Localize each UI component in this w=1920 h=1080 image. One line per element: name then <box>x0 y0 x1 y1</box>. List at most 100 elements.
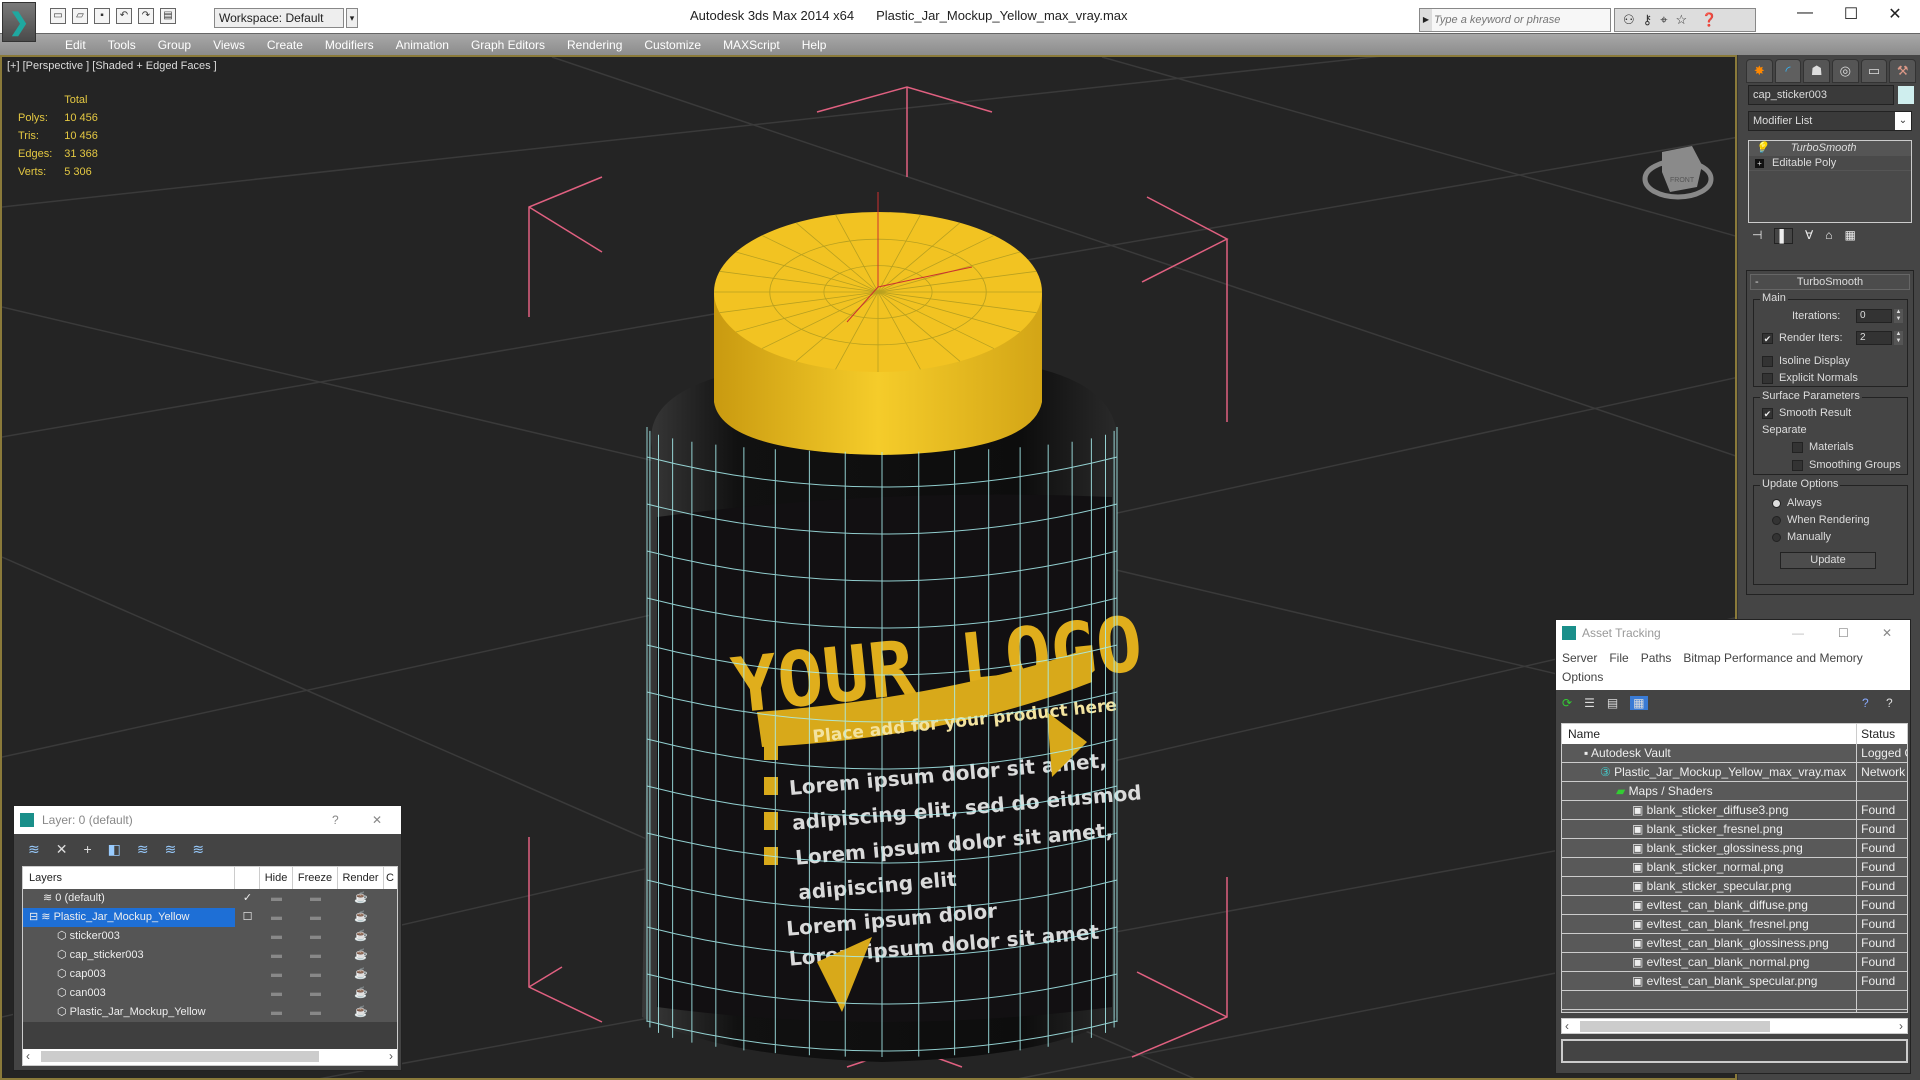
iterations-spinner[interactable]: 0 <box>1856 309 1892 323</box>
render-teapot-icon[interactable]: ☕ <box>338 946 384 965</box>
layer-name[interactable]: ⬡ Plastic_Jar_Mockup_Yellow <box>23 1003 235 1022</box>
scrollbar-thumb[interactable] <box>41 1051 319 1062</box>
layer-row[interactable]: ⊟ ≋ Plastic_Jar_Mockup_Yellow ☐ ▬ ▬ ☕ <box>23 908 397 927</box>
configure-modifier-sets-icon[interactable]: ▦ <box>1844 228 1855 244</box>
minimize-button[interactable]: — <box>1790 4 1820 22</box>
menu-customize[interactable]: Customize <box>633 34 712 55</box>
update-when-rendering-radio[interactable]: When Rendering <box>1772 514 1870 526</box>
column-layers[interactable]: Layers <box>23 867 235 889</box>
viewcube[interactable]: FRONT <box>1642 146 1714 200</box>
render-teapot-icon[interactable]: ☕ <box>338 927 384 946</box>
table-row[interactable]: ▣ blank_sticker_glossiness.png Found <box>1562 839 1907 858</box>
hierarchy-tab-icon[interactable]: ☗ <box>1803 59 1831 83</box>
spinner-arrows-icon[interactable]: ▲ ▼ <box>1894 309 1903 323</box>
menu-group[interactable]: Group <box>147 34 202 55</box>
create-layer-icon[interactable]: ≋ <box>28 841 40 858</box>
column-hide[interactable]: Hide <box>260 867 293 889</box>
render-teapot-icon[interactable]: ☕ <box>338 889 384 908</box>
menu-options[interactable]: Options <box>1562 670 1603 684</box>
hide-toggle[interactable]: ▬ <box>260 1003 293 1022</box>
search-input[interactable] <box>1434 11 1608 29</box>
layer-row[interactable]: ⬡ cap_sticker003 ▬ ▬ ☕ <box>23 946 397 965</box>
delete-layer-icon[interactable]: ✕ <box>56 841 68 858</box>
freeze-toggle[interactable]: ▬ <box>293 889 338 908</box>
layer-name[interactable]: ⬡ sticker003 <box>23 927 235 946</box>
menu-modifiers[interactable]: Modifiers <box>314 34 385 55</box>
layer-name[interactable]: ≋ 0 (default) <box>23 889 235 908</box>
scroll-left-icon[interactable]: ‹ <box>26 1049 30 1063</box>
render-teapot-icon[interactable]: ☕ <box>338 984 384 1003</box>
scroll-right-icon[interactable]: › <box>389 1049 393 1063</box>
quick-access-dropdown[interactable]: ▾ <box>346 8 358 28</box>
table-row[interactable]: ▣ evltest_can_blank_normal.png Found <box>1562 953 1907 972</box>
motion-tab-icon[interactable]: ◎ <box>1832 59 1859 83</box>
menu-create[interactable]: Create <box>256 34 314 55</box>
display-tab-icon[interactable]: ▭ <box>1860 59 1888 83</box>
column-color[interactable]: C <box>384 867 394 889</box>
lightbulb-icon[interactable]: 💡 <box>1755 141 1769 155</box>
smooth-result-checkbox[interactable]: ✔ Smooth Result <box>1762 407 1851 419</box>
layer-row[interactable]: ⬡ cap003 ▬ ▬ ☕ <box>23 965 397 984</box>
app-menu-button[interactable]: ❯ <box>2 2 36 42</box>
vault-help-icon[interactable]: ? <box>1862 696 1869 710</box>
render-teapot-icon[interactable]: ☕ <box>338 1003 384 1022</box>
create-tab-icon[interactable]: ✸ <box>1746 59 1773 83</box>
new-file-icon[interactable]: ▭ <box>50 8 66 24</box>
select-layer-icon[interactable]: ≋ <box>137 841 149 858</box>
freeze-toggle[interactable]: ▬ <box>293 984 338 1003</box>
render-teapot-icon[interactable]: ☕ <box>338 965 384 984</box>
table-row[interactable]: ▣ evltest_can_blank_specular.png Found <box>1562 972 1907 991</box>
layer-row[interactable]: ⬡ can003 ▬ ▬ ☕ <box>23 984 397 1003</box>
collapse-icon[interactable]: - <box>1755 275 1759 289</box>
help-icon[interactable]: ? <box>1886 696 1893 710</box>
menu-tools[interactable]: Tools <box>97 34 147 55</box>
collapse-icon[interactable]: ⊟ <box>29 911 41 923</box>
hide-freeze-layers-icon[interactable]: ≋ <box>192 841 204 858</box>
save-icon[interactable]: ▪ <box>94 8 110 24</box>
table-row[interactable]: ③ Plastic_Jar_Mockup_Yellow_max_vray.max… <box>1562 763 1907 782</box>
isoline-display-checkbox[interactable]: Isoline Display <box>1762 355 1850 367</box>
expand-search-icon[interactable]: ▶ <box>1420 9 1432 31</box>
update-manually-radio[interactable]: Manually <box>1772 531 1831 543</box>
checkbox-icon[interactable] <box>1762 372 1773 384</box>
freeze-toggle[interactable]: ▬ <box>293 965 338 984</box>
checkbox-icon[interactable] <box>1762 355 1773 367</box>
render-teapot-icon[interactable]: ☕ <box>338 908 384 927</box>
current-layer-toggle[interactable] <box>235 1003 260 1022</box>
help-button[interactable]: ? <box>332 806 339 834</box>
layer-name[interactable]: ⬡ cap003 <box>23 965 235 984</box>
menu-help[interactable]: Help <box>791 34 838 55</box>
checkbox-icon[interactable] <box>1792 459 1803 471</box>
chevron-down-icon[interactable]: ⌄ <box>1895 112 1911 130</box>
rollout-header[interactable]: - TurboSmooth <box>1750 274 1910 290</box>
maximize-button[interactable]: ☐ <box>1836 4 1866 24</box>
menu-graph-editors[interactable]: Graph Editors <box>460 34 556 55</box>
object-name-field[interactable]: cap_sticker003 <box>1748 85 1894 105</box>
current-layer-toggle[interactable]: ✓ <box>235 889 260 908</box>
layer-name[interactable]: ⬡ cap_sticker003 <box>23 946 235 965</box>
asset-tracking-titlebar[interactable]: Asset Tracking — ☐ ✕ <box>1556 620 1910 646</box>
menu-animation[interactable]: Animation <box>385 34 460 55</box>
checkbox-checked-icon[interactable]: ✔ <box>1762 407 1773 419</box>
open-file-icon[interactable]: ▱ <box>72 8 88 24</box>
stack-item-editable-poly[interactable]: + Editable Poly <box>1749 156 1911 171</box>
close-button[interactable]: ✕ <box>1880 4 1910 24</box>
smoothing-groups-checkbox[interactable]: Smoothing Groups <box>1792 459 1901 471</box>
list-view-icon[interactable]: ☰ <box>1584 696 1595 710</box>
spinner-arrows-icon[interactable]: ▲ ▼ <box>1894 331 1903 345</box>
menu-bitmap-performance[interactable]: Bitmap Performance and Memory <box>1683 651 1862 665</box>
remove-modifier-icon[interactable]: ⌂ <box>1825 228 1832 244</box>
close-button[interactable]: ✕ <box>372 806 382 834</box>
menu-file[interactable]: File <box>1609 651 1628 665</box>
layer-row[interactable]: ⬡ sticker003 ▬ ▬ ☕ <box>23 927 397 946</box>
stack-item-turbosmooth[interactable]: 💡 TurboSmooth <box>1749 141 1911 156</box>
materials-checkbox[interactable]: Materials <box>1792 441 1854 453</box>
redo-icon[interactable]: ↷ <box>138 8 154 24</box>
scrollbar-thumb[interactable] <box>1580 1021 1770 1032</box>
modifier-list-dropdown[interactable]: Modifier List ⌄ <box>1748 111 1912 131</box>
column-render[interactable]: Render <box>338 867 384 889</box>
close-button[interactable]: ✕ <box>1882 620 1892 646</box>
menu-rendering[interactable]: Rendering <box>556 34 633 55</box>
table-row[interactable]: ▰ Maps / Shaders <box>1562 782 1907 801</box>
hide-toggle[interactable]: ▬ <box>260 908 293 927</box>
